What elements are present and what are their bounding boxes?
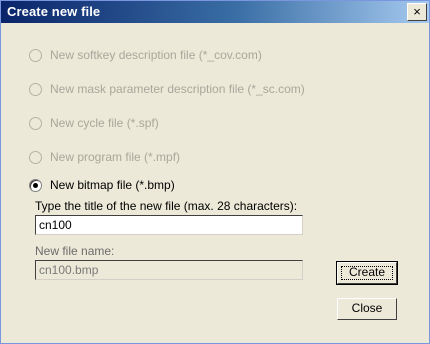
title-input[interactable] — [35, 215, 303, 235]
radio-circle-icon — [29, 150, 42, 164]
radio-label: New program file (*.mpf) — [50, 150, 181, 164]
radio-label: New softkey description file (*_cov.com) — [50, 48, 262, 62]
radio-new-softkey-file[interactable]: New softkey description file (*_cov.com) — [29, 46, 262, 64]
dialog-content: New softkey description file (*_cov.com)… — [1, 23, 429, 343]
create-new-file-dialog: Create new file × New softkey descriptio… — [0, 0, 430, 344]
radio-circle-icon — [29, 116, 42, 130]
create-button-label: Create — [348, 265, 386, 279]
new-file-name-label: New file name: — [35, 244, 115, 258]
radio-new-bitmap-file[interactable]: New bitmap file (*.bmp) — [29, 176, 175, 194]
radio-new-cycle-file[interactable]: New cycle file (*.spf) — [29, 114, 159, 132]
radio-selected-icon — [29, 178, 42, 192]
radio-circle-icon — [29, 82, 42, 96]
title-bar[interactable]: Create new file × — [1, 1, 429, 23]
close-button-label: Close — [351, 301, 383, 315]
close-icon[interactable]: × — [407, 3, 427, 21]
radio-circle-icon — [29, 48, 42, 62]
new-file-name-field — [35, 260, 303, 280]
radio-label: New mask parameter description file (*_s… — [50, 82, 305, 96]
title-prompt-label: Type the title of the new file (max. 28 … — [35, 199, 298, 213]
close-button[interactable]: Close — [337, 298, 397, 320]
radio-new-program-file[interactable]: New program file (*.mpf) — [29, 148, 180, 166]
radio-new-mask-parameter-file[interactable]: New mask parameter description file (*_s… — [29, 80, 305, 98]
create-button[interactable]: Create — [336, 261, 398, 285]
window-title: Create new file — [7, 4, 101, 19]
radio-label: New bitmap file (*.bmp) — [50, 178, 175, 192]
radio-label: New cycle file (*.spf) — [50, 116, 159, 130]
